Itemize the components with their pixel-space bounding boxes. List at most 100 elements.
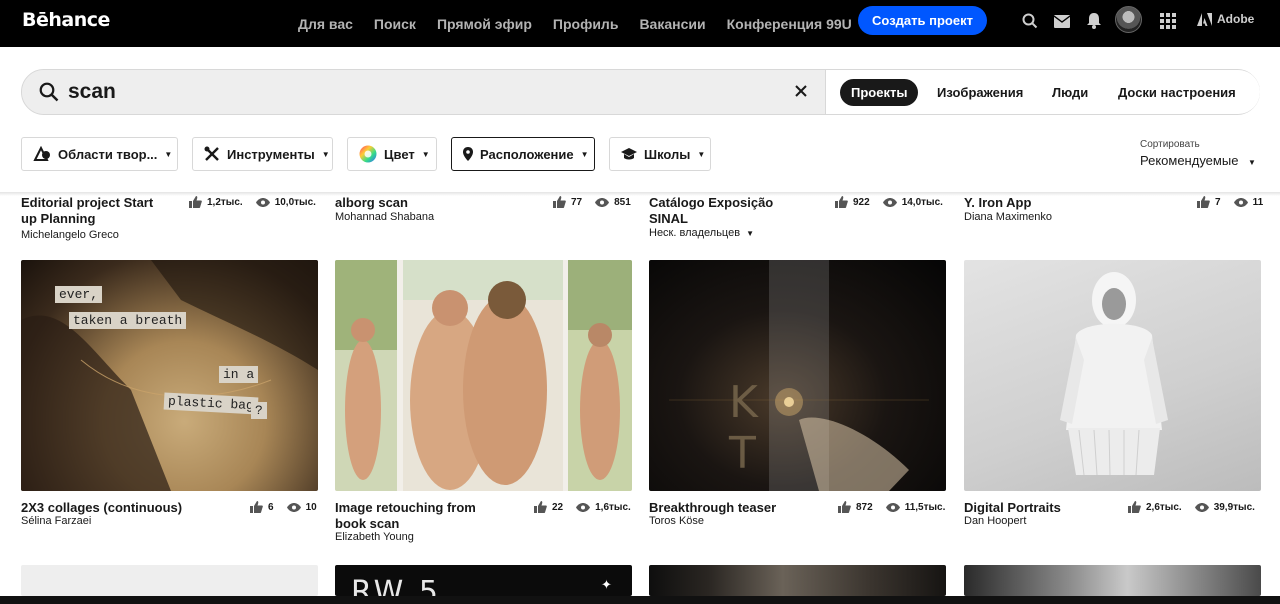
top-navigation: Bēhance Для вас Поиск Прямой эфир Профил… <box>0 0 1280 47</box>
project-thumbnail[interactable] <box>21 565 318 596</box>
filter-creative-fields-label: Области твор... <box>58 146 158 162</box>
project-card-meta: Breakthrough teaser Toros Köse 872 11,5т… <box>649 500 946 530</box>
nav-links: Для вас Поиск Прямой эфир Профиль Ваканс… <box>298 0 873 47</box>
nav-link-99u[interactable]: Конференция 99U <box>727 16 852 32</box>
project-title[interactable]: Editorial project Start up Planning <box>21 195 186 227</box>
user-avatar[interactable] <box>1115 6 1142 33</box>
clear-search-icon[interactable] <box>794 84 808 103</box>
likes-count: 872 <box>838 501 873 513</box>
filter-schools[interactable]: Школы ▼ <box>609 137 711 171</box>
project-thumbnail-teaser[interactable]: K T <box>649 260 946 491</box>
adobe-link[interactable]: Adobe <box>1197 12 1254 26</box>
sparkle-icon: ✦ <box>601 577 612 592</box>
project-stats: 872 11,5тыс. <box>838 501 945 513</box>
location-pin-icon <box>463 147 473 161</box>
chevron-down-icon: ▼ <box>421 149 430 159</box>
project-owner: Неск. владельцев <box>649 227 741 239</box>
project-thumbnail-portrait[interactable] <box>964 260 1261 491</box>
project-card-meta: Editorial project Start up Planning Mich… <box>21 195 318 245</box>
project-owner[interactable]: Sélina Farzaei <box>21 515 91 527</box>
project-thumbnail[interactable]: RW 5 ✦ <box>335 565 632 596</box>
search-input[interactable]: scan <box>68 80 116 104</box>
project-title[interactable]: Digital Portraits <box>964 500 1061 516</box>
nav-link-profile[interactable]: Профиль <box>553 16 619 32</box>
adobe-logo-icon <box>1197 12 1212 26</box>
behance-logo[interactable]: Bēhance <box>22 9 110 31</box>
multiple-owners-dropdown[interactable]: Неск. владельцев ▼ <box>649 227 754 239</box>
collage-word: ? <box>251 402 267 419</box>
project-title[interactable]: alborg scan <box>335 195 408 211</box>
filter-schools-label: Школы <box>644 146 691 162</box>
tab-projects[interactable]: Проекты <box>840 79 919 106</box>
filter-creative-fields[interactable]: Области твор... ▼ <box>21 137 178 171</box>
project-owner[interactable]: Toros Köse <box>649 515 704 527</box>
search-icon[interactable] <box>1021 12 1039 30</box>
project-title-line: SINAL <box>649 211 688 226</box>
project-card-meta: Digital Portraits Dan Hoopert 2,6тыс. 39… <box>964 500 1261 530</box>
tab-images[interactable]: Изображения <box>937 79 1023 106</box>
filter-tools[interactable]: Инструменты ▼ <box>192 137 333 171</box>
collage-word: taken a breath <box>69 312 187 329</box>
color-wheel-icon <box>359 145 377 163</box>
graduation-cap-icon <box>621 147 637 161</box>
views-count: 10,0тыс. <box>255 197 316 208</box>
tab-people[interactable]: Люди <box>1052 79 1088 106</box>
project-card-meta: Y. Iron App Diana Maximenko 7 11 <box>964 195 1263 225</box>
bottom-bar <box>0 596 1280 604</box>
nav-link-livestream[interactable]: Прямой эфир <box>437 16 532 32</box>
create-project-button[interactable]: Создать проект <box>858 6 987 35</box>
project-title[interactable]: Image retouching from book scan <box>335 500 505 532</box>
project-owner[interactable]: Michelangelo Greco <box>21 229 119 241</box>
search-icon <box>39 82 59 107</box>
sort-label: Сортировать <box>1140 139 1200 150</box>
project-title-line: Editorial project Start <box>21 195 154 210</box>
project-thumbnail[interactable] <box>964 565 1261 596</box>
project-title[interactable]: 2X3 collages (continuous) <box>21 500 182 516</box>
filter-location-label: Расположение <box>480 146 574 162</box>
project-title-line: Catálogo Exposição <box>649 195 774 210</box>
project-thumbnail-collage[interactable]: ever, taken a breath in a plastic bag ? <box>21 260 318 491</box>
nav-link-search[interactable]: Поиск <box>374 16 416 32</box>
views-count: 1,6тыс. <box>576 502 631 513</box>
project-thumbnail-retouching[interactable] <box>335 260 632 491</box>
project-title[interactable]: Y. Iron App <box>964 195 1031 211</box>
notifications-bell-icon[interactable] <box>1085 12 1103 30</box>
likes-count: 22 <box>534 501 563 513</box>
thumbs-up-icon <box>1197 196 1210 208</box>
thumbs-up-icon <box>534 501 547 513</box>
likes-count: 6 <box>250 501 274 513</box>
project-owner[interactable]: Elizabeth Young <box>335 531 414 543</box>
nav-link-for-you[interactable]: Для вас <box>298 16 353 32</box>
sort-dropdown[interactable]: Рекомендуемые ▼ <box>1140 153 1256 168</box>
creative-fields-icon <box>33 146 51 162</box>
search-type-tabs: Проекты Изображения Люди Доски настроени… <box>825 70 1260 114</box>
eye-icon <box>576 502 591 512</box>
likes-count: 922 <box>835 196 870 208</box>
filter-location[interactable]: Расположение ▼ <box>451 137 595 171</box>
chevron-down-icon: ▼ <box>697 149 706 159</box>
project-owner[interactable]: Diana Maximenko <box>964 211 1052 223</box>
eye-icon <box>1233 197 1248 207</box>
project-owner[interactable]: Dan Hoopert <box>964 515 1026 527</box>
adobe-label: Adobe <box>1217 12 1255 26</box>
likes-count: 2,6тыс. <box>1128 501 1182 513</box>
project-owner[interactable]: Mohannad Shabana <box>335 211 434 223</box>
eye-icon <box>882 197 897 207</box>
project-title[interactable]: Breakthrough teaser <box>649 500 776 516</box>
project-title[interactable]: Catálogo Exposição SINAL <box>649 195 824 227</box>
filter-color[interactable]: Цвет ▼ <box>347 137 437 171</box>
nav-link-jobs[interactable]: Вакансии <box>639 16 705 32</box>
views-count: 11,5тыс. <box>885 502 945 513</box>
chevron-down-icon: ▼ <box>580 149 589 159</box>
search-bar: scan Проекты Изображения Люди Доски наст… <box>21 69 1260 115</box>
eye-icon <box>286 502 301 512</box>
filter-color-label: Цвет <box>384 146 415 162</box>
search-field[interactable]: scan <box>22 70 825 114</box>
apps-grid-icon[interactable] <box>1159 12 1177 30</box>
thumbs-up-icon <box>553 196 566 208</box>
thumbs-up-icon <box>189 196 202 208</box>
tab-moodboards[interactable]: Доски настроения <box>1118 79 1236 106</box>
thumbs-up-icon <box>1128 501 1141 513</box>
messages-icon[interactable] <box>1053 12 1071 30</box>
project-thumbnail[interactable] <box>649 565 946 596</box>
